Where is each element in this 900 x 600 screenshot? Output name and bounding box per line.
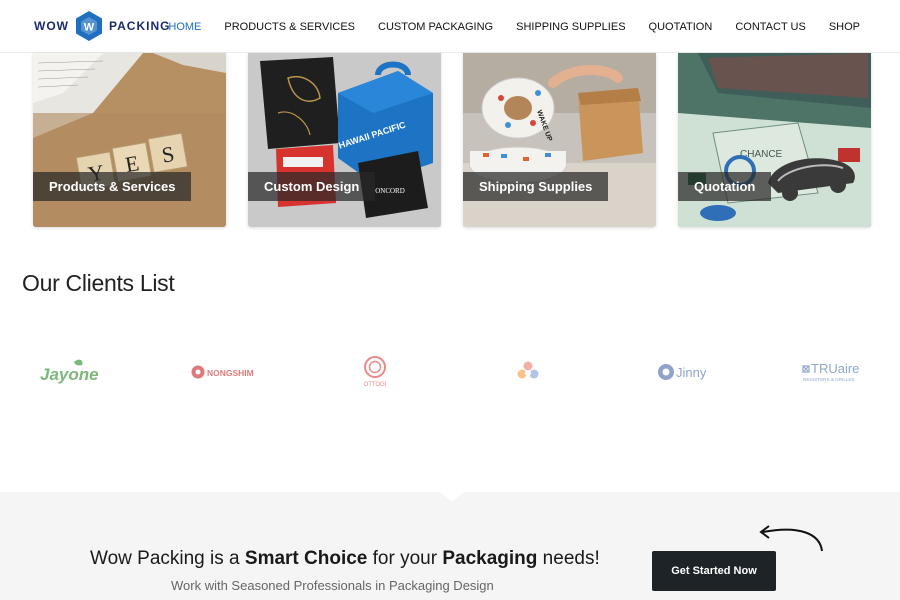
card-caption: Products & Services	[33, 172, 192, 201]
client-logo-cj	[516, 356, 540, 388]
cta-headline-bold-2: Packaging	[442, 548, 538, 569]
client-truaire-text: TRUaire	[811, 361, 859, 376]
client-jayone-text: Jayone	[40, 365, 99, 384]
card-caption: Custom Design	[248, 172, 376, 201]
cta-notch	[440, 492, 464, 502]
get-started-button[interactable]: Get Started Now	[652, 551, 776, 591]
nav-products-services[interactable]: PRODUCTS & SERVICES	[224, 21, 355, 33]
nav-home[interactable]: HOME	[168, 21, 201, 33]
card-products-services[interactable]: Y E S Products & Services	[33, 53, 226, 227]
card-caption: Quotation	[678, 172, 772, 201]
tag-text: ONCORD	[375, 187, 405, 195]
client-logo-truaire: TRUaire REGISTERS & GRILLES	[801, 356, 869, 388]
client-logo-nongshim: NONGSHIM	[190, 356, 256, 388]
curved-arrow-icon	[759, 525, 823, 552]
client-jinny-text: Jinny	[676, 365, 707, 380]
card-custom-design[interactable]: HAWAII PACIFIC ONCORD Custom Design	[248, 53, 441, 227]
nav-shipping-supplies[interactable]: SHIPPING SUPPLIES	[516, 21, 625, 33]
main-nav: HOME PRODUCTS & SERVICES CUSTOM PACKAGIN…	[145, 0, 860, 53]
nav-contact-us[interactable]: CONTACT US	[735, 21, 806, 33]
cta-headline-bold-1: Smart Choice	[244, 548, 368, 569]
brand-mark: W	[84, 22, 95, 34]
clients-section-title: Our Clients List	[22, 270, 175, 296]
nav-shop[interactable]: SHOP	[829, 21, 860, 33]
card-quotation[interactable]: CHANCE Quotation	[678, 53, 871, 227]
client-logo-jinny: Jinny	[657, 356, 707, 388]
brand-name-left: WOW	[34, 19, 69, 33]
nav-quotation[interactable]: QUOTATION	[649, 21, 713, 33]
card-shipping-supplies[interactable]: WAKE UP Shipping Supplies	[463, 53, 656, 227]
category-cards: Y E S Products & Services HAWAII PACIFIC…	[33, 53, 871, 228]
client-nongshim-text: NONGSHIM	[207, 368, 254, 378]
cta-headline-post: needs!	[537, 548, 600, 569]
cta-subtitle: Work with Seasoned Professionals in Pack…	[171, 578, 494, 593]
cta-headline-mid: for your	[367, 548, 443, 569]
client-truaire-subtext: REGISTERS & GRILLES	[803, 377, 855, 382]
nav-custom-packaging[interactable]: CUSTOM PACKAGING	[378, 21, 493, 33]
cta-headline: Wow Packing is a Smart Choice for your P…	[90, 548, 600, 570]
client-logo-ottogi: OTTOGI	[358, 356, 392, 388]
client-ottogi-text: OTTOGI	[364, 382, 387, 388]
card-caption: Shipping Supplies	[463, 172, 609, 201]
client-logo-jayone: Jayone	[38, 356, 100, 388]
site-header: WOW W PACKING HOME PRODUCTS & SERVICES C…	[0, 0, 900, 53]
cta-headline-pre: Wow Packing is a	[90, 548, 245, 569]
brand-hexagon-icon: W	[76, 11, 102, 41]
